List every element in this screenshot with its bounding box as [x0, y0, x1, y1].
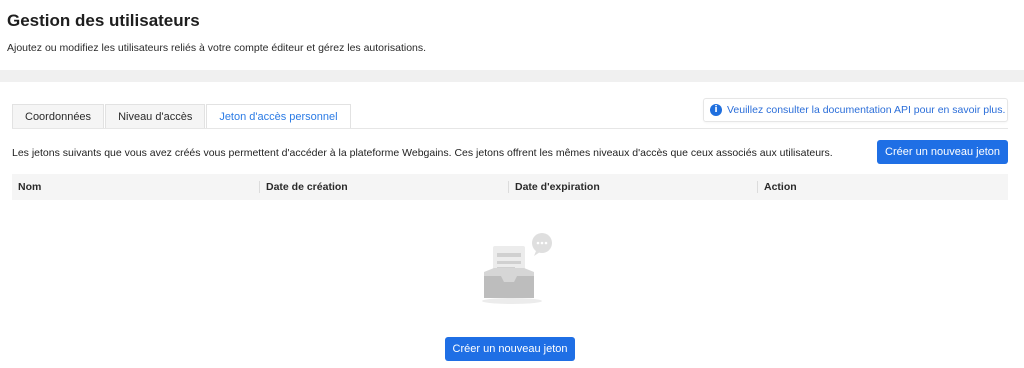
api-info-banner[interactable]: i Veuillez consulter la documentation AP… — [703, 98, 1008, 122]
page-header: Gestion des utilisateurs Ajoutez ou modi… — [0, 0, 1024, 70]
tokens-description: Les jetons suivants que vous avez créés … — [12, 147, 833, 159]
column-header-nom[interactable]: Nom — [18, 174, 41, 200]
create-token-empty-button[interactable]: Créer un nouveau jeton — [445, 337, 575, 361]
page-subtitle: Ajoutez ou modifiez les utilisateurs rel… — [7, 42, 427, 54]
info-icon: i — [710, 104, 722, 116]
column-separator — [757, 181, 758, 193]
empty-inbox-icon — [474, 232, 556, 306]
page-title: Gestion des utilisateurs — [7, 11, 200, 30]
section-divider — [0, 70, 1024, 82]
tab-jeton-acces-personnel[interactable]: Jeton d'accès personnel — [206, 104, 351, 129]
api-info-link[interactable]: Veuillez consulter la documentation API … — [727, 104, 1005, 116]
column-header-date-creation[interactable]: Date de création — [266, 174, 348, 200]
tab-niveau-acces[interactable]: Niveau d'accès — [105, 104, 206, 129]
column-separator — [259, 181, 260, 193]
tab-coordonnees[interactable]: Coordonnées — [12, 104, 105, 129]
create-token-button[interactable]: Créer un nouveau jeton — [877, 140, 1008, 164]
tabs-underline — [12, 128, 1008, 129]
column-header-date-expiration[interactable]: Date d'expiration — [515, 174, 600, 200]
column-separator — [508, 181, 509, 193]
column-header-action[interactable]: Action — [764, 174, 797, 200]
tab-bar: Coordonnées Niveau d'accès Jeton d'accès… — [12, 104, 352, 129]
tokens-table-header: Nom Date de création Date d'expiration A… — [12, 174, 1008, 200]
